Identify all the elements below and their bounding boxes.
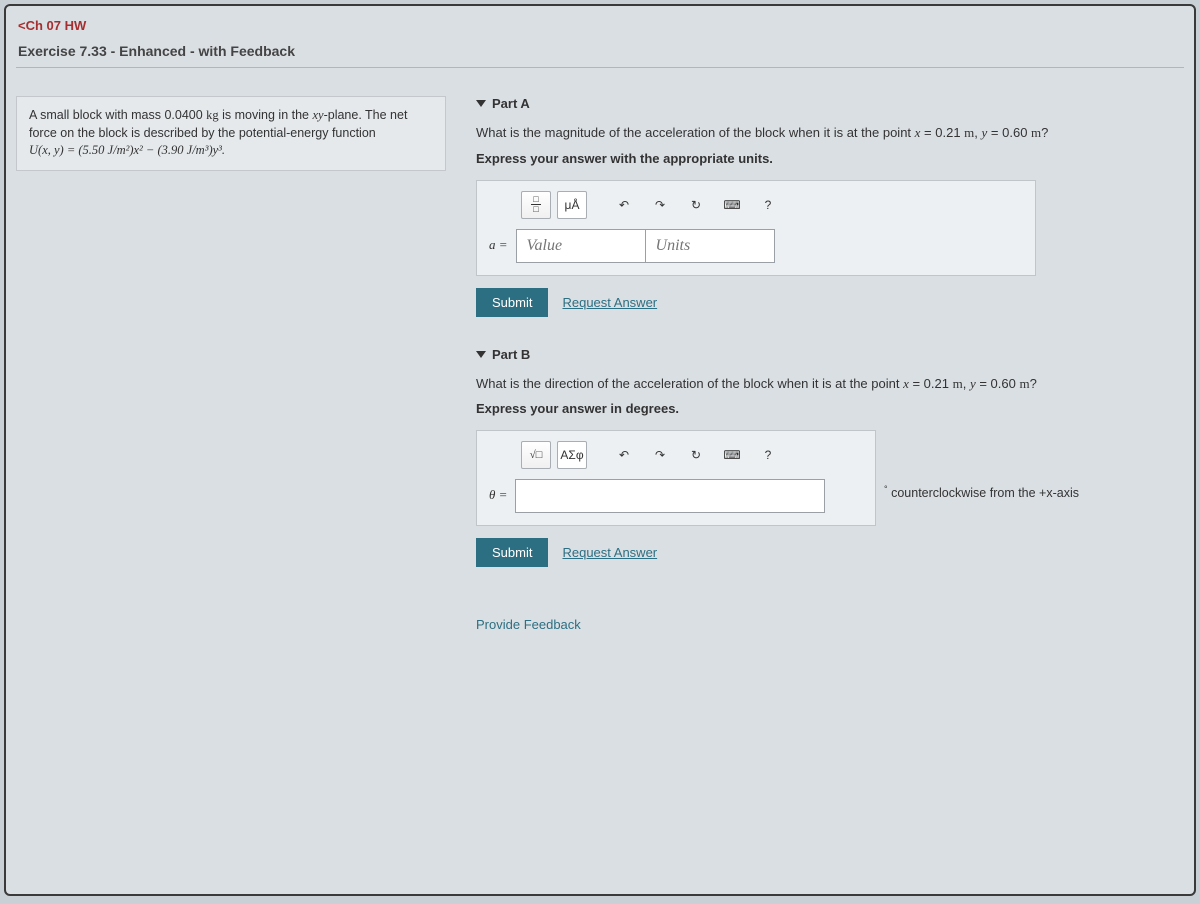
part-b-input-row: θ =	[489, 479, 863, 513]
breadcrumb-text: Ch 07 HW	[26, 18, 87, 33]
reset-button[interactable]: ↻	[681, 441, 711, 469]
part-label: Part B	[492, 347, 530, 362]
part-a-header[interactable]: Part A	[476, 96, 1174, 111]
app-frame: <Ch 07 HW Exercise 7.33 - Enhanced - wit…	[4, 4, 1196, 896]
part-a-answer-box: □□ μÅ ↶ ↷ ↻ ⌨ ? a =	[476, 180, 1036, 276]
templates-button[interactable]: √□	[521, 441, 551, 469]
part-b-answer-box: √□ ΑΣφ ↶ ↷ ↻ ⌨ ? θ =	[476, 430, 876, 526]
collapse-icon	[476, 351, 486, 358]
answer-column: Part A What is the magnitude of the acce…	[476, 96, 1184, 632]
angle-input[interactable]	[515, 479, 825, 513]
part-a-input-row: a =	[489, 229, 1023, 263]
reset-button[interactable]: ↻	[681, 191, 711, 219]
request-answer-link[interactable]: Request Answer	[562, 545, 657, 560]
problem-statement: A small block with mass 0.0400 kg is mov…	[16, 96, 446, 171]
part-b-actions: Submit Request Answer	[476, 538, 1174, 567]
collapse-icon	[476, 100, 486, 107]
part-a-question: What is the magnitude of the acceleratio…	[476, 123, 1174, 143]
units-suffix: ° counterclockwise from the +x-axis	[876, 430, 1079, 500]
prompt-var: xy	[312, 108, 323, 122]
greek-button[interactable]: ΑΣφ	[557, 441, 587, 469]
prompt-text: is moving in the	[219, 108, 313, 122]
part-a-actions: Submit Request Answer	[476, 288, 1174, 317]
prompt-equation: U(x, y) = (5.50 J/m²)x² − (3.90 J/m³)y³.	[29, 143, 225, 157]
submit-button[interactable]: Submit	[476, 288, 548, 317]
units-button[interactable]: μÅ	[557, 191, 587, 219]
keyboard-button[interactable]: ⌨	[717, 441, 747, 469]
prompt-unit: kg	[206, 108, 219, 122]
page-title: Exercise 7.33 - Enhanced - with Feedback	[16, 41, 1184, 68]
variable-label-theta: θ =	[489, 479, 515, 513]
keyboard-button[interactable]: ⌨	[717, 191, 747, 219]
breadcrumb-link[interactable]: <Ch 07 HW	[16, 14, 88, 41]
problem-column: A small block with mass 0.0400 kg is mov…	[16, 96, 446, 632]
part-b-instruction: Express your answer in degrees.	[476, 401, 1174, 416]
undo-button[interactable]: ↶	[609, 441, 639, 469]
help-button[interactable]: ?	[753, 191, 783, 219]
templates-button[interactable]: □□	[521, 191, 551, 219]
chevron-left-icon: <	[18, 18, 26, 33]
variable-label-a: a =	[489, 229, 516, 263]
request-answer-link[interactable]: Request Answer	[562, 295, 657, 310]
value-input[interactable]	[516, 229, 646, 263]
content-area: A small block with mass 0.0400 kg is mov…	[16, 68, 1184, 632]
provide-feedback-link[interactable]: Provide Feedback	[476, 617, 581, 632]
part-label: Part A	[492, 96, 530, 111]
units-input[interactable]	[645, 229, 775, 263]
part-b-header[interactable]: Part B	[476, 347, 1174, 362]
submit-button[interactable]: Submit	[476, 538, 548, 567]
help-button[interactable]: ?	[753, 441, 783, 469]
redo-button[interactable]: ↷	[645, 441, 675, 469]
part-b-question: What is the direction of the acceleratio…	[476, 374, 1174, 394]
redo-button[interactable]: ↷	[645, 191, 675, 219]
part-b-toolbar: √□ ΑΣφ ↶ ↷ ↻ ⌨ ?	[489, 441, 863, 469]
undo-button[interactable]: ↶	[609, 191, 639, 219]
part-a-toolbar: □□ μÅ ↶ ↷ ↻ ⌨ ?	[489, 191, 1023, 219]
part-a-instruction: Express your answer with the appropriate…	[476, 151, 1174, 166]
prompt-text: A small block with mass 0.0400	[29, 108, 206, 122]
